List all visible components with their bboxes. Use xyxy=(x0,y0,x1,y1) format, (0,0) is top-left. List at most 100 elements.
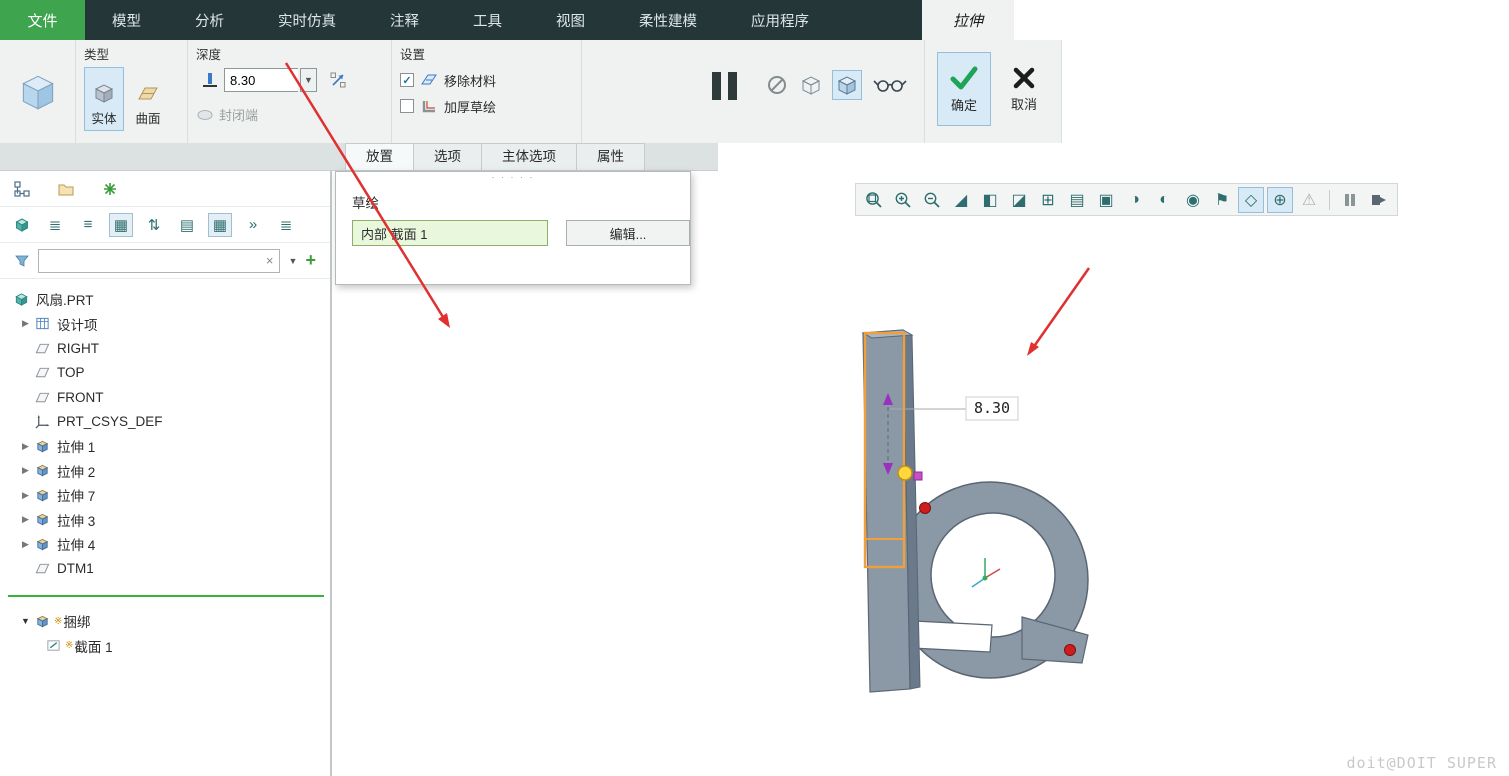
tree-search-input[interactable] xyxy=(43,253,264,268)
menu-tab-extrude-active[interactable]: 拉伸 xyxy=(922,0,1014,40)
verify-button[interactable] xyxy=(870,72,910,98)
folder-browser-icon[interactable] xyxy=(54,177,78,201)
tree-item-extrude-2[interactable]: ▶ 拉伸 2 xyxy=(0,459,330,484)
grid-columns-icon[interactable]: ▦ xyxy=(109,212,133,237)
thicken-sketch-option[interactable]: 加厚草绘 xyxy=(400,93,573,119)
detail-list-icon[interactable]: ≡ xyxy=(76,213,100,237)
depth-dropdown-caret[interactable]: ▼ xyxy=(300,68,317,92)
part-icon xyxy=(12,292,31,307)
model-tree-view-icon[interactable] xyxy=(10,177,34,201)
part-geometry[interactable] xyxy=(861,329,1089,693)
expand-toolbar-chevron-icon[interactable]: » xyxy=(241,213,265,237)
edit-sketch-button[interactable]: 编辑... xyxy=(566,220,690,246)
panel-grip[interactable]: · · · · · xyxy=(336,172,690,184)
tree-item-label: 风扇.PRT xyxy=(36,293,94,309)
expander-icon[interactable]: ▶ xyxy=(18,441,33,452)
tree-item-pending-feature[interactable]: ▼ ※ 捆绑 xyxy=(0,609,330,634)
tree-item-extrude-3[interactable]: ▶ 拉伸 3 xyxy=(0,508,330,533)
extrude-ribbon: 类型 实体 曲面 深度 8.30 ▼ 封闭端 设置 ✓ 移除材料 加厚草绘 确定… xyxy=(0,40,1062,143)
menu-tab-applications[interactable]: 应用程序 xyxy=(724,0,836,40)
tree-item-top-plane[interactable]: TOP xyxy=(0,361,330,386)
search-options-caret[interactable]: ▼ xyxy=(284,249,301,273)
tree-item-right-plane[interactable]: RIGHT xyxy=(0,336,330,361)
insert-here-locator[interactable] xyxy=(8,595,324,597)
list-view-icon[interactable]: ≣ xyxy=(43,213,67,237)
tree-item-label: 截面 1 xyxy=(74,639,113,655)
attached-preview-button[interactable] xyxy=(832,70,862,100)
remove-material-checkbox[interactable]: ✓ xyxy=(400,73,414,87)
tree-filters-icon[interactable]: ▦ xyxy=(208,212,232,237)
no-preview-button[interactable] xyxy=(764,72,790,98)
expander-icon[interactable]: ▶ xyxy=(18,465,33,476)
depth-dimension-value[interactable]: 8.30 xyxy=(974,399,1010,417)
extrude-icon xyxy=(33,512,52,527)
tree-item-label: TOP xyxy=(57,365,85,381)
solid-type-button[interactable]: 实体 xyxy=(84,67,124,131)
flip-direction-icon xyxy=(330,72,346,88)
tree-root-item[interactable]: 风扇.PRT xyxy=(0,287,330,312)
expander-icon[interactable]: ▼ xyxy=(18,616,33,626)
surface-type-button[interactable]: 曲面 xyxy=(128,67,168,131)
hole-marker[interactable] xyxy=(1064,644,1076,656)
tree-item-pending-section[interactable]: ※ 截面 1 xyxy=(0,634,330,659)
menu-tab-flexible-modeling[interactable]: 柔性建模 xyxy=(612,0,724,40)
extrude-feature-icon xyxy=(21,75,54,110)
tab-options[interactable]: 选项 xyxy=(414,143,482,171)
tree-item-csys[interactable]: PRT_CSYS_DEF xyxy=(0,410,330,435)
ok-button[interactable]: 确定 xyxy=(937,52,991,126)
expander-icon[interactable]: ▶ xyxy=(18,539,33,550)
internal-section-field[interactable]: 内部 截面 1 xyxy=(352,220,548,246)
tab-placement[interactable]: 放置 xyxy=(345,143,414,171)
surface-type-label: 曲面 xyxy=(135,112,161,126)
tab-properties[interactable]: 属性 xyxy=(577,143,645,171)
extrude-icon xyxy=(33,537,52,552)
menu-tab-live-simulation[interactable]: 实时仿真 xyxy=(251,0,363,40)
tree-item-extrude-7[interactable]: ▶ 拉伸 7 xyxy=(0,483,330,508)
remove-material-label: 移除材料 xyxy=(444,73,497,89)
depth-type-button[interactable] xyxy=(196,67,222,93)
placement-panel: · · · · · 草绘 内部 截面 1 编辑... xyxy=(335,171,691,285)
extrude-icon xyxy=(33,614,52,629)
cancel-button[interactable]: 取消 xyxy=(997,52,1051,126)
pause-button[interactable] xyxy=(698,58,750,114)
settings-group-label: 设置 xyxy=(400,48,426,62)
tree-item-extrude-1[interactable]: ▶ 拉伸 1 xyxy=(0,434,330,459)
datum-plane-icon xyxy=(33,390,52,405)
tree-item-label: 拉伸 1 xyxy=(57,440,96,456)
tree-item-dtm1[interactable]: DTM1 xyxy=(0,557,330,582)
hole-marker[interactable] xyxy=(919,502,931,514)
expander-icon[interactable]: ▶ xyxy=(18,318,33,329)
expander-icon[interactable]: ▶ xyxy=(18,514,33,525)
menu-tab-annotate[interactable]: 注释 xyxy=(363,0,446,40)
tree-item-front-plane[interactable]: FRONT xyxy=(0,385,330,410)
unattached-preview-button[interactable] xyxy=(798,72,824,98)
tab-body-options[interactable]: 主体选项 xyxy=(482,143,577,171)
tree-report-icon[interactable]: ≣ xyxy=(274,213,298,237)
tree-toolbar: ≣ ≡ ▦ ⇅ ▤ ▦ » ≣ xyxy=(0,207,330,243)
flip-direction-button[interactable] xyxy=(325,67,351,93)
tree-item-label: 拉伸 7 xyxy=(57,489,96,505)
file-menu-button[interactable]: 文件 xyxy=(0,0,85,40)
tree-columns-icon[interactable]: ▤ xyxy=(175,213,199,237)
tree-item-extrude-4[interactable]: ▶ 拉伸 4 xyxy=(0,532,330,557)
sort-order-icon[interactable]: ⇅ xyxy=(142,213,166,237)
menu-tab-analysis[interactable]: 分析 xyxy=(168,0,251,40)
clear-search-icon[interactable]: × xyxy=(264,253,276,268)
expander-icon[interactable]: ▶ xyxy=(18,490,33,501)
extrude-icon xyxy=(33,439,52,454)
extrude-icon xyxy=(33,488,52,503)
depth-value-input[interactable] xyxy=(224,68,298,92)
remove-material-option[interactable]: ✓ 移除材料 xyxy=(400,67,573,93)
menu-tab-view[interactable]: 视图 xyxy=(529,0,612,40)
menu-tab-model[interactable]: 模型 xyxy=(85,0,168,40)
thicken-sketch-checkbox[interactable] xyxy=(400,99,414,113)
favorites-icon[interactable] xyxy=(98,177,122,201)
ribbon-group-type: 类型 实体 曲面 xyxy=(76,40,188,143)
add-filter-button[interactable]: + xyxy=(301,250,320,271)
depth-drag-handle[interactable] xyxy=(897,465,923,481)
menu-tab-tools[interactable]: 工具 xyxy=(446,0,529,40)
navigator-toolbar xyxy=(0,171,330,207)
tree-item-design-items[interactable]: ▶ 设计项 xyxy=(0,312,330,337)
tree-item-label: DTM1 xyxy=(57,561,94,577)
show-tree-icon[interactable] xyxy=(10,213,34,237)
